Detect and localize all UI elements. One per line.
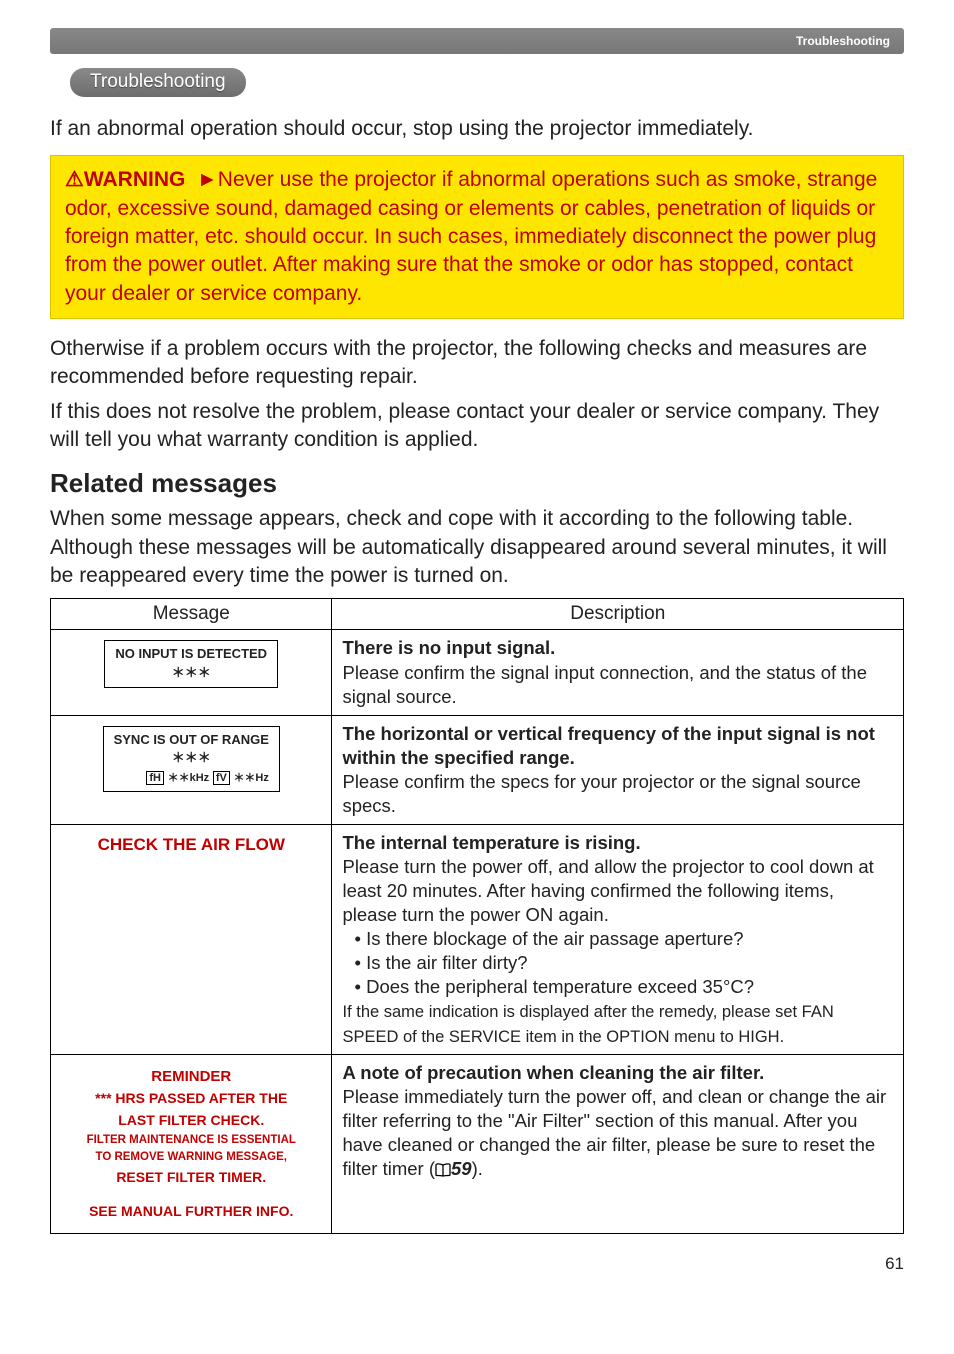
desc-text: Please turn the power off, and allow the… (342, 856, 873, 925)
desc-bullet: • Does the peripheral temperature exceed… (342, 975, 754, 999)
otherwise-p1: Otherwise if a problem occurs with the p… (50, 335, 904, 392)
reminder-line: FILTER MAINTENANCE IS ESSENTIAL (57, 1132, 325, 1150)
freq-fv-label: fV (213, 771, 230, 785)
desc-bullet: • Is the air filter dirty? (342, 951, 527, 975)
col-header-message: Message (51, 599, 332, 630)
freq-fh-val: ＊＊kHz (168, 772, 210, 784)
page-number: 61 (50, 1254, 904, 1274)
desc-text: Please confirm the specs for your projec… (342, 771, 860, 816)
message-reminder: REMINDER *** HRS PASSED AFTER THE LAST F… (57, 1065, 325, 1223)
desc-bullet: • Is there blockage of the air passage a… (342, 927, 743, 951)
table-row: NO INPUT IS DETECTED ＊＊＊ There is no inp… (51, 630, 904, 715)
freq-fh-label: fH (146, 771, 164, 785)
desc-text: If the same indication is displayed afte… (342, 1003, 833, 1045)
msg-line: SYNC IS OUT OF RANGE (114, 731, 269, 750)
reminder-line: *** HRS PASSED AFTER THE (57, 1088, 325, 1110)
desc-bold: There is no input signal. (342, 637, 555, 658)
book-icon (435, 1163, 451, 1177)
reminder-line: LAST FILTER CHECK. (57, 1110, 325, 1132)
desc-text: Please confirm the signal input connecti… (342, 662, 867, 707)
reminder-line: SEE MANUAL FURTHER INFO. (57, 1201, 325, 1223)
intro-text: If an abnormal operation should occur, s… (50, 115, 904, 143)
warning-label: ⚠WARNING (65, 168, 185, 191)
message-box-no-input: NO INPUT IS DETECTED ＊＊＊ (104, 640, 278, 688)
messages-table: Message Description NO INPUT IS DETECTED… (50, 598, 904, 1233)
col-header-description: Description (332, 599, 904, 630)
freq-fv-val: ＊＊Hz (233, 772, 268, 784)
msg-line: ＊＊＊ (114, 749, 269, 768)
desc-text: ). (472, 1158, 483, 1179)
header-band: Troubleshooting (50, 28, 904, 54)
desc-bold: A note of precaution when cleaning the a… (342, 1062, 764, 1083)
desc-text: Please immediately turn the power off, a… (342, 1086, 886, 1179)
table-row: REMINDER *** HRS PASSED AFTER THE LAST F… (51, 1055, 904, 1234)
message-box-sync-range: SYNC IS OUT OF RANGE ＊＊＊ fH ＊＊kHz fV ＊＊H… (103, 726, 280, 793)
reminder-line: RESET FILTER TIMER. (57, 1167, 325, 1189)
breadcrumb: Troubleshooting (796, 34, 890, 48)
warning-text: Never use the projector if abnormal oper… (65, 168, 877, 304)
related-messages-heading: Related messages (50, 468, 904, 499)
otherwise-p2: If this does not resolve the problem, pl… (50, 398, 904, 455)
related-intro: When some message appears, check and cop… (50, 505, 904, 590)
table-row: SYNC IS OUT OF RANGE ＊＊＊ fH ＊＊kHz fV ＊＊H… (51, 715, 904, 824)
message-check-air-flow: CHECK THE AIR FLOW (57, 835, 325, 855)
section-title-pill: Troubleshooting (70, 68, 246, 97)
reminder-line: REMINDER (57, 1065, 325, 1088)
reminder-line: TO REMOVE WARNING MESSAGE, (57, 1149, 325, 1167)
warning-arrow: ► (197, 168, 218, 191)
msg-line: ＊＊＊ (115, 664, 267, 683)
table-row: CHECK THE AIR FLOW The internal temperat… (51, 824, 904, 1054)
desc-bold: The internal temperature is rising. (342, 832, 640, 853)
msg-freq-line: fH ＊＊kHz fV ＊＊Hz (114, 768, 269, 787)
page-ref: 59 (451, 1158, 472, 1179)
desc-bold: The horizontal or vertical frequency of … (342, 723, 874, 768)
msg-line: NO INPUT IS DETECTED (115, 645, 267, 664)
warning-box: ⚠WARNING ►Never use the projector if abn… (50, 155, 904, 319)
